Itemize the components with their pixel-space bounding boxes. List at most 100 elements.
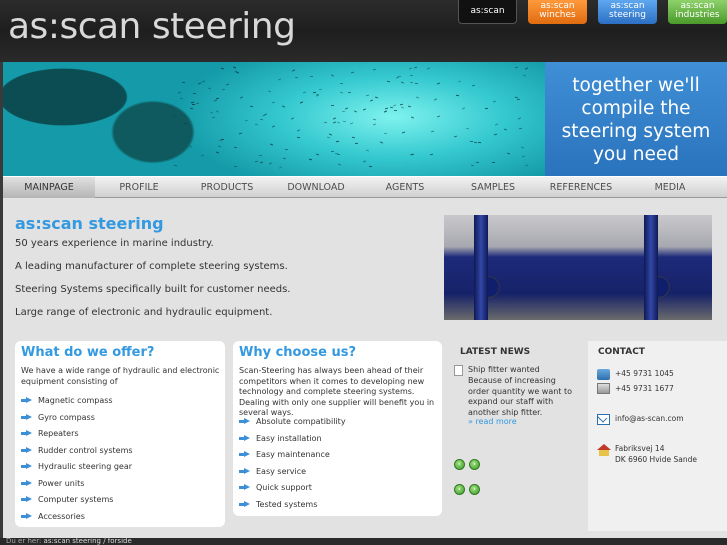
fish-shape	[352, 136, 356, 139]
nav-item-download[interactable]: DOWNLOAD	[271, 177, 361, 198]
fish-shape	[385, 107, 389, 110]
fish-shape	[240, 96, 244, 100]
next-arrow-icon[interactable]: ›	[469, 459, 480, 470]
fish-shape	[350, 71, 354, 74]
choose-item[interactable]: Quick support	[239, 483, 312, 492]
fish-shape	[234, 165, 238, 167]
brand-tab-winches[interactable]: as:scan winches	[528, 0, 587, 24]
fish-shape	[181, 82, 185, 84]
offer-title: What do we offer?	[21, 345, 155, 360]
fax-icon	[597, 383, 610, 394]
fish-shape	[473, 141, 477, 143]
fish-shape	[215, 151, 220, 153]
fish-shape	[198, 82, 202, 85]
intro-line: Large range of electronic and hydraulic …	[15, 307, 273, 318]
nav-item-products[interactable]: PRODUCTS	[183, 177, 271, 198]
choose-item[interactable]: Easy service	[239, 467, 306, 476]
choose-item[interactable]: Easy installation	[239, 434, 322, 443]
phone-icon	[597, 369, 610, 380]
fish-shape	[188, 145, 192, 148]
offer-item[interactable]: Computer systems	[21, 495, 113, 504]
contact-email[interactable]: info@as-scan.com	[615, 414, 684, 423]
offer-item-label: Rudder control systems	[38, 445, 133, 455]
fish-shape	[387, 81, 391, 83]
choose-item-label: Absolute compatibility	[256, 417, 346, 426]
news-headline[interactable]: Ship fitter wanted	[468, 365, 540, 374]
contact-phone[interactable]: +45 9731 1045	[615, 369, 674, 378]
fish-shape	[258, 155, 262, 157]
fish-shape	[323, 121, 327, 124]
nav-item-mainpage[interactable]: MAINPAGE	[3, 177, 95, 198]
news-pager: ‹ ›	[454, 484, 484, 496]
fish-shape	[414, 82, 418, 84]
photo-detail	[474, 215, 488, 320]
choose-box: Why choose us? Scan-Steering has always …	[233, 341, 442, 516]
prev-arrow-icon[interactable]: ‹	[454, 459, 465, 470]
choose-item[interactable]: Absolute compatibility	[239, 417, 346, 426]
nav-item-samples[interactable]: SAMPLES	[449, 177, 537, 198]
nav-item-agents[interactable]: AGENTS	[361, 177, 449, 198]
brand-tab-ascan[interactable]: as:scan	[458, 0, 517, 24]
intro-line: Steering Systems specifically built for …	[15, 284, 291, 295]
hero-banner: together we'll compile the steering syst…	[3, 62, 727, 176]
offer-item[interactable]: Gyro compass	[21, 413, 95, 422]
fish-shape	[295, 77, 299, 79]
fish-shape	[471, 165, 475, 167]
breadcrumb-path[interactable]: as:scan steering / forside	[44, 537, 132, 545]
fish-shape	[520, 146, 524, 149]
fish-shape	[330, 150, 334, 152]
nav-item-references[interactable]: REFERENCES	[537, 177, 625, 198]
fish-shape	[400, 81, 404, 84]
choose-item[interactable]: Easy maintenance	[239, 450, 330, 459]
fish-shape	[524, 165, 528, 167]
fish-shape	[234, 146, 238, 148]
contact-fax: +45 9731 1677	[615, 384, 674, 393]
brand-tab-sublabel: steering	[609, 10, 646, 20]
prev-arrow-icon[interactable]: ‹	[454, 484, 465, 495]
choose-item-label: Tested systems	[256, 499, 318, 509]
fish-shape	[373, 123, 377, 126]
offer-item[interactable]: Rudder control systems	[21, 446, 133, 455]
steering-gear-photo	[444, 215, 712, 320]
brand-tab-steering[interactable]: as:scan steering	[598, 0, 657, 24]
next-arrow-icon[interactable]: ›	[469, 484, 480, 495]
offer-item[interactable]: Power units	[21, 479, 84, 488]
site-logo[interactable]: as:scan steering	[8, 6, 296, 47]
offer-item-label: Computer systems	[38, 495, 114, 504]
fish-shape	[316, 93, 320, 96]
header: as:scan steering as:scan as:scan winches…	[0, 0, 727, 62]
arrow-right-icon	[21, 397, 32, 404]
fish-shape	[522, 74, 527, 77]
fish-shape	[217, 145, 222, 148]
fish-shape	[278, 78, 282, 81]
fish-shape	[384, 133, 388, 135]
fish-shape	[335, 140, 339, 143]
fish-shape	[411, 116, 415, 119]
fish-shape	[318, 89, 322, 91]
fish-shape	[369, 165, 373, 168]
fish-shape	[521, 155, 525, 158]
arrow-right-icon	[239, 434, 250, 442]
fish-shape	[341, 110, 345, 113]
offer-item[interactable]: Magnetic compass	[21, 396, 113, 405]
read-more-link[interactable]: » read more	[468, 417, 517, 426]
breadcrumb-prefix: Du er her:	[6, 537, 44, 545]
offer-item[interactable]: Accessories	[21, 512, 85, 521]
offer-item[interactable]: Hydraulic steering gear	[21, 462, 132, 471]
fish-shape	[281, 105, 285, 108]
photo-detail	[644, 215, 658, 320]
fish-shape	[233, 66, 237, 69]
choose-item-label: Quick support	[256, 483, 312, 492]
fish-shape	[332, 121, 336, 124]
offer-item-label: Power units	[38, 478, 85, 488]
offer-item-label: Hydraulic steering gear	[38, 462, 133, 471]
nav-item-media[interactable]: MEDIA	[625, 177, 715, 198]
nav-item-profile[interactable]: PROFILE	[95, 177, 183, 198]
fish-shape	[331, 73, 335, 77]
arrow-right-icon	[239, 500, 250, 508]
choose-item[interactable]: Tested systems	[239, 500, 317, 509]
fish-shape	[402, 132, 406, 134]
offer-item[interactable]: Repeaters	[21, 429, 79, 438]
underwater-fish-photo	[3, 62, 545, 176]
brand-tab-industries[interactable]: as:scan industries	[668, 0, 727, 24]
